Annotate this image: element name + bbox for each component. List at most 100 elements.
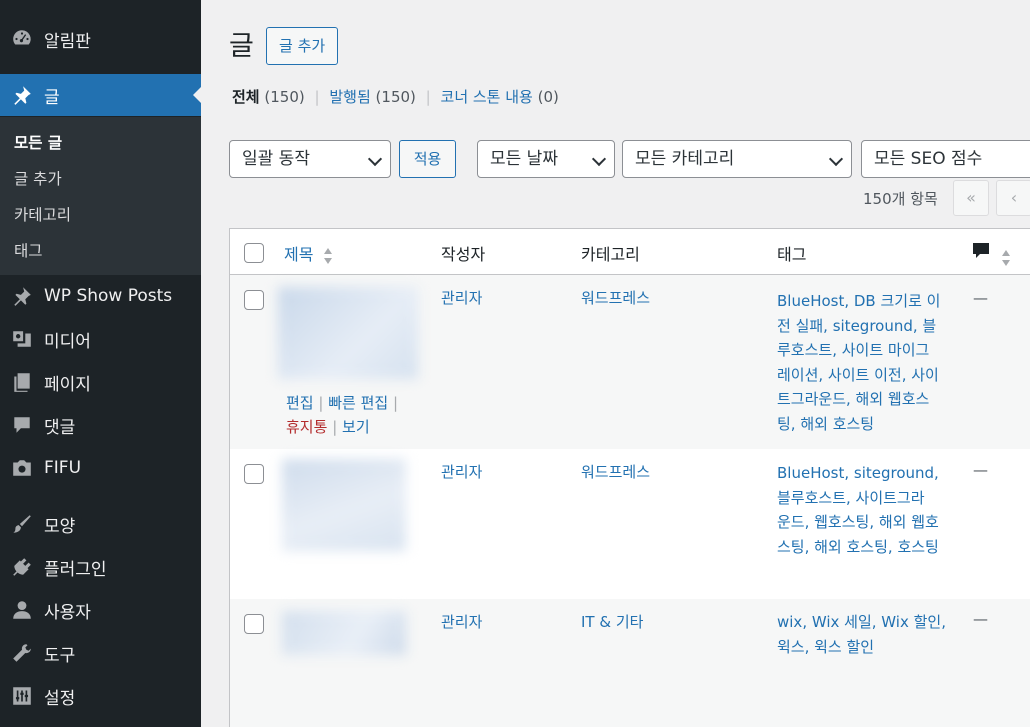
sidebar-item-settings[interactable]: 설정	[0, 675, 201, 717]
admin-sidebar: 알림판 글 모든 글 글 추가 카테고리 태그 WP Show Posts 미디…	[0, 0, 201, 727]
author-link[interactable]: 관리자	[441, 610, 482, 635]
table-row: 관리자 IT & 기타 wix, Wix 세일, Wix 할인, 윅스, 윅스 …	[230, 599, 1030, 727]
sidebar-item-pages[interactable]: 페이지	[0, 361, 201, 403]
pin-icon	[0, 285, 44, 307]
post-thumbnail[interactable]	[282, 459, 406, 551]
row-checkbox[interactable]	[244, 290, 264, 310]
tags-cell: wix, Wix 세일, Wix 할인, 윅스, 윅스 할인	[777, 610, 946, 659]
tag-line[interactable]: 트그라운드, 해외 웹호스	[777, 387, 940, 412]
category-link[interactable]: 워드프레스	[581, 286, 650, 311]
sidebar-item-label: 도구	[44, 645, 76, 666]
row-checkbox[interactable]	[244, 464, 264, 484]
select-all-checkbox[interactable]	[244, 243, 264, 263]
post-thumbnail[interactable]	[282, 611, 406, 655]
column-title-label: 제목	[284, 245, 314, 264]
first-page-button[interactable]: «	[953, 180, 989, 216]
tag-line[interactable]: BlueHost, siteground,	[777, 461, 939, 486]
tag-line[interactable]: 스팅, 해외 호스팅, 호스팅	[777, 535, 939, 560]
author-link[interactable]: 관리자	[441, 460, 482, 485]
tag-line[interactable]: 윅스, 윅스 할인	[777, 635, 946, 660]
wrench-icon	[0, 642, 44, 664]
quick-edit-link[interactable]: 빠른 편집	[328, 394, 388, 412]
sidebar-item-fifu[interactable]: FIFU	[0, 447, 201, 489]
view-all-link[interactable]: 전체	[232, 88, 260, 106]
table-row: 관리자 워드프레스 BlueHost, siteground, 블루호스트, 사…	[230, 449, 1030, 599]
tag-line[interactable]: 루호스트, 사이트 마이그	[777, 338, 940, 363]
sidebar-item-wp-show-posts[interactable]: WP Show Posts	[0, 275, 201, 317]
sidebar-item-appearance[interactable]: 모양	[0, 503, 201, 545]
column-tags-header: 태그	[777, 245, 807, 264]
post-thumbnail[interactable]	[278, 287, 418, 379]
view-all-count: (150)	[264, 88, 305, 106]
view-cornerstone-count: (0)	[537, 88, 559, 106]
author-link[interactable]: 관리자	[441, 286, 482, 311]
table-header: 제목 작성자 카테고리 태그	[230, 229, 1030, 275]
prev-page-button[interactable]: ‹	[996, 180, 1030, 216]
media-icon	[0, 328, 44, 350]
apply-button[interactable]: 적용	[399, 140, 456, 178]
seo-filter-select[interactable]: 모든 SEO 점수	[861, 140, 1030, 178]
tag-line[interactable]: wix, Wix 세일, Wix 할인,	[777, 610, 946, 635]
sidebar-item-label: 댓글	[44, 417, 76, 438]
edit-link[interactable]: 편집	[286, 394, 314, 412]
sidebar-item-label: 글	[44, 87, 60, 108]
date-filter-value: 모든 날짜	[490, 149, 558, 169]
tag-line[interactable]: 레이션, 사이트 이전, 사이	[777, 363, 940, 388]
submenu-item-tags[interactable]: 태그	[0, 233, 201, 269]
sidebar-item-label: 페이지	[44, 374, 91, 395]
sidebar-item-label: 사용자	[44, 602, 91, 623]
date-filter-select[interactable]: 모든 날짜	[477, 140, 615, 178]
tag-line[interactable]: 전 실패, siteground, 블	[777, 314, 940, 339]
sidebar-item-dashboard[interactable]: 알림판	[0, 18, 201, 60]
dashboard-icon	[0, 28, 44, 50]
category-link[interactable]: IT & 기타	[581, 610, 643, 635]
category-filter-value: 모든 카테고리	[635, 149, 735, 169]
sort-icon	[1002, 249, 1011, 266]
sidebar-item-comments[interactable]: 댓글	[0, 404, 201, 446]
comment-count: —	[973, 461, 988, 479]
category-filter-select[interactable]: 모든 카테고리	[622, 140, 852, 178]
tag-line[interactable]: 운드, 웹호스팅, 해외 웹호	[777, 510, 939, 535]
column-title-header[interactable]: 제목	[284, 241, 333, 265]
sidebar-item-posts[interactable]: 글	[0, 74, 201, 116]
add-new-post-button[interactable]: 글 추가	[266, 27, 339, 65]
sidebar-item-label: WP Show Posts	[44, 286, 173, 306]
view-published-count: (150)	[375, 88, 416, 106]
camera-icon	[0, 457, 44, 479]
sidebar-item-media[interactable]: 미디어	[0, 318, 201, 360]
submenu-item-add-new[interactable]: 글 추가	[0, 161, 201, 197]
page-icon	[0, 371, 44, 393]
tags-cell: BlueHost, DB 크기로 이 전 실패, siteground, 블 루…	[777, 289, 940, 436]
trash-link[interactable]: 휴지통	[286, 418, 327, 436]
sidebar-item-label: FIFU	[44, 458, 82, 478]
tags-cell: BlueHost, siteground, 블루호스트, 사이트그라 운드, 웹…	[777, 461, 939, 559]
sidebar-item-tools[interactable]: 도구	[0, 632, 201, 674]
main-content: 글 글 추가 전체 (150) | 발행됨 (150) | 코너 스톤 내용 (…	[201, 0, 1030, 727]
pin-icon	[0, 84, 44, 106]
bulk-action-select[interactable]: 일괄 동작	[229, 140, 391, 178]
row-checkbox[interactable]	[244, 614, 264, 634]
sidebar-item-plugins[interactable]: 플러그인	[0, 546, 201, 588]
chevron-down-icon	[367, 151, 383, 167]
separator: |	[318, 394, 324, 412]
column-comments-header[interactable]	[972, 242, 1011, 267]
column-author-header: 작성자	[441, 245, 486, 264]
brush-icon	[0, 513, 44, 535]
view-cornerstone-link[interactable]: 코너 스톤 내용	[441, 88, 533, 106]
separator: |	[332, 418, 338, 436]
items-count: 150개 항목	[863, 190, 938, 208]
plugin-icon	[0, 556, 44, 578]
tag-line[interactable]: BlueHost, DB 크기로 이	[777, 289, 940, 314]
comment-count: —	[973, 610, 988, 628]
submenu-item-all-posts[interactable]: 모든 글	[0, 125, 201, 161]
comment-count: —	[973, 289, 988, 307]
posts-submenu: 모든 글 글 추가 카테고리 태그	[0, 117, 201, 275]
view-published-link[interactable]: 발행됨	[329, 88, 370, 106]
category-link[interactable]: 워드프레스	[581, 460, 650, 485]
sidebar-item-users[interactable]: 사용자	[0, 589, 201, 631]
sort-icon	[323, 247, 332, 264]
tag-line[interactable]: 팅, 해외 호스팅	[777, 412, 940, 437]
tag-line[interactable]: 블루호스트, 사이트그라	[777, 486, 939, 511]
view-link[interactable]: 보기	[342, 418, 370, 436]
submenu-item-categories[interactable]: 카테고리	[0, 197, 201, 233]
